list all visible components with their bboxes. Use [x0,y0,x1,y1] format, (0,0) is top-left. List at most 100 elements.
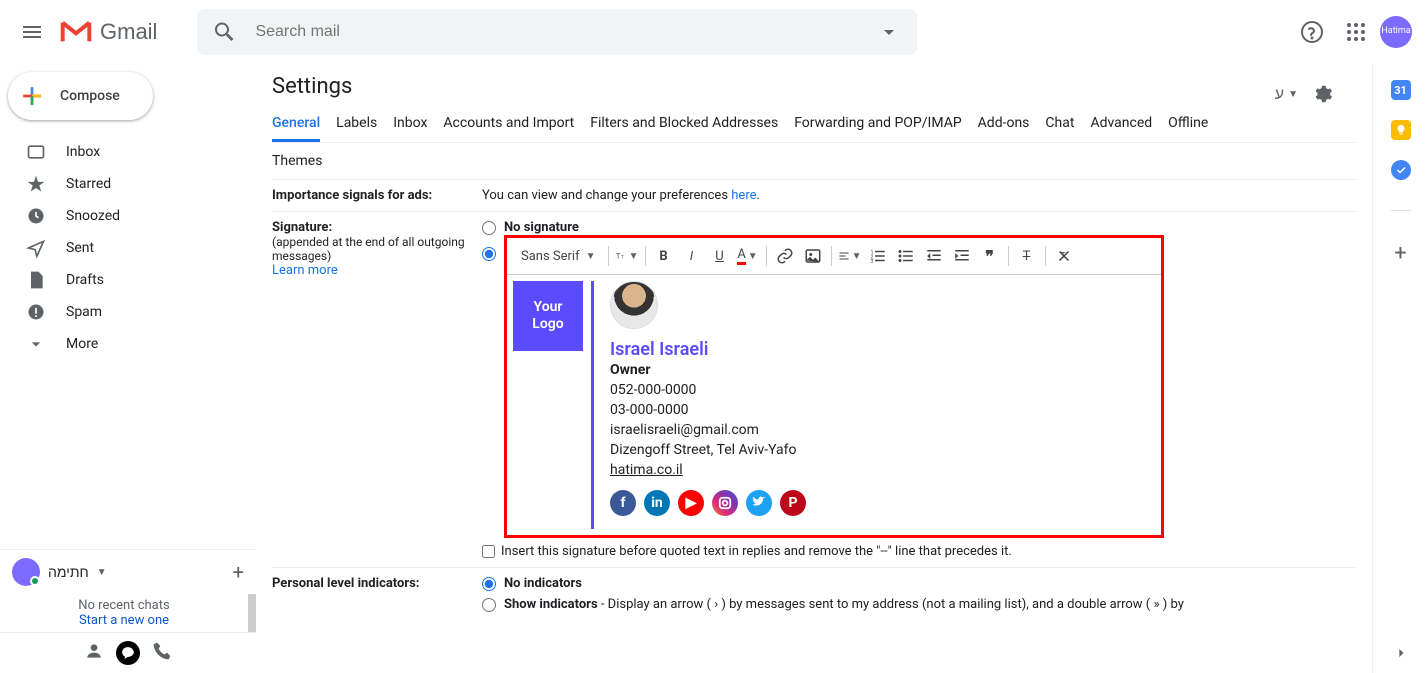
start-new-chat-link[interactable]: Start a new one [79,613,169,628]
tab-addons[interactable]: Add-ons [978,107,1030,142]
compose-button[interactable]: Compose [8,72,153,120]
text-color-button[interactable]: A▼ [736,244,760,268]
sidebar-item-spam[interactable]: Spam [0,296,248,328]
support-icon[interactable] [1292,12,1332,52]
search-bar[interactable] [197,9,917,55]
sidebar-item-sent[interactable]: Sent [0,232,248,264]
chevron-down-icon[interactable]: ▼ [1288,89,1298,100]
instagram-icon[interactable] [712,490,738,516]
no-indicators-radio[interactable] [482,577,496,591]
importance-here-link[interactable]: here [731,188,756,203]
spam-icon [26,302,46,322]
font-selector[interactable]: Sans Serif▼ [515,249,602,264]
apps-icon[interactable] [1336,12,1376,52]
main-content: ע ▼ Settings General Labels Inbox Accoun… [256,64,1372,673]
link-button[interactable] [773,244,797,268]
hangouts-icon[interactable] [116,641,140,665]
sidebar-item-label: Inbox [66,144,100,160]
divider [1008,246,1009,266]
indent-less-button[interactable] [922,244,946,268]
keep-icon[interactable] [1391,120,1411,140]
tab-offline[interactable]: Offline [1168,107,1208,142]
tab-forwarding[interactable]: Forwarding and POP/IMAP [794,107,961,142]
youtube-icon[interactable]: ▶ [678,490,704,516]
signature-enabled-radio[interactable] [482,247,496,261]
tab-filters[interactable]: Filters and Blocked Addresses [590,107,778,142]
divider [608,246,609,266]
search-icon[interactable] [205,12,245,52]
tab-advanced[interactable]: Advanced [1090,107,1152,142]
sidebar-item-drafts[interactable]: Drafts [0,264,248,296]
image-button[interactable] [801,244,825,268]
divider [831,246,832,266]
pinterest-icon[interactable]: P [780,490,806,516]
signature-content: No signature Sans Serif▼ TT▼ B I U [482,220,1356,559]
bold-button[interactable]: B [652,244,676,268]
facebook-icon[interactable]: f [610,490,636,516]
person-icon[interactable] [84,641,104,665]
numbered-list-button[interactable]: 123 [866,244,890,268]
account-avatar[interactable]: Hatima [1380,16,1412,48]
main-menu-button[interactable] [8,8,56,56]
divider [766,246,767,266]
search-input[interactable] [245,23,869,41]
font-size-button[interactable]: TT▼ [615,244,639,268]
twitter-icon[interactable] [746,490,772,516]
gmail-logo[interactable]: Gmail [56,19,187,45]
no-signature-row[interactable]: No signature [482,220,1356,235]
sidebar-item-more[interactable]: More [0,328,248,360]
tab-inbox[interactable]: Inbox [393,107,427,142]
show-indicators-label: Show indicators [504,597,598,612]
hangouts-header[interactable]: חתימה ▼ + [0,550,256,594]
insert-signature-row[interactable]: Insert this signature before quoted text… [482,544,1356,559]
svg-text:T: T [621,255,624,261]
add-addon-button[interactable]: + [1394,241,1406,266]
sidebar-item-label: Starred [66,176,111,192]
settings-tabs: General Labels Inbox Accounts and Import… [272,107,1356,143]
no-signature-label: No signature [504,220,579,235]
section-personal-indicators: Personal level indicators: No indicators… [272,567,1356,626]
show-indicators-row[interactable]: Show indicators - Display an arrow ( › )… [482,597,1356,612]
tab-chat[interactable]: Chat [1045,107,1074,142]
signature-content: Israel Israeli Owner 052-000-0000 03-000… [610,281,806,529]
editor-body[interactable]: Your Logo Israel Israeli Owner 052-000-0… [507,275,1161,535]
compose-icon [16,80,48,112]
no-indicators-row[interactable]: No indicators [482,576,1356,591]
strikethrough-button[interactable]: T [1015,244,1039,268]
sidebar-item-starred[interactable]: Starred [0,168,248,200]
sidebar-item-snoozed[interactable]: Snoozed [0,200,248,232]
sidebar-item-inbox[interactable]: Inbox [0,136,248,168]
italic-button[interactable]: I [680,244,704,268]
signature-phone1: 052-000-0000 [610,382,806,398]
tasks-icon[interactable] [1391,160,1411,180]
insert-signature-checkbox[interactable] [482,545,495,558]
search-options-dropdown-icon[interactable] [869,12,909,52]
calendar-icon[interactable]: 31 [1391,80,1411,100]
divider [1045,246,1046,266]
hangouts-scrollbar[interactable] [248,594,256,632]
linkedin-icon[interactable]: in [644,490,670,516]
show-indicators-text: - Display an arrow ( › ) by messages sen… [598,597,1184,612]
section-signature: Signature: (appended at the end of all o… [272,212,1356,567]
tab-accounts[interactable]: Accounts and Import [443,107,574,142]
phone-icon[interactable] [152,641,172,665]
chevron-down-icon: ▼ [97,567,107,578]
hide-rail-button[interactable] [1391,643,1411,663]
input-tools-button[interactable]: ע [1275,84,1284,104]
add-chat-button[interactable]: + [233,560,244,584]
no-signature-radio[interactable] [482,221,496,235]
align-button[interactable]: ▼ [838,244,862,268]
learn-more-link[interactable]: Learn more [272,263,338,278]
quote-button[interactable]: ❞ [978,244,1002,268]
gear-icon[interactable] [1302,74,1342,114]
remove-formatting-button[interactable]: T [1052,244,1076,268]
underline-button[interactable]: U [708,244,732,268]
tab-themes[interactable]: Themes [272,143,1356,180]
show-indicators-radio[interactable] [482,598,496,612]
right-rail: 31 + [1372,64,1428,673]
tab-labels[interactable]: Labels [336,107,377,142]
bullet-list-button[interactable] [894,244,918,268]
tab-general[interactable]: General [272,107,320,142]
indent-more-button[interactable] [950,244,974,268]
sidebar-item-label: Snoozed [66,208,120,224]
